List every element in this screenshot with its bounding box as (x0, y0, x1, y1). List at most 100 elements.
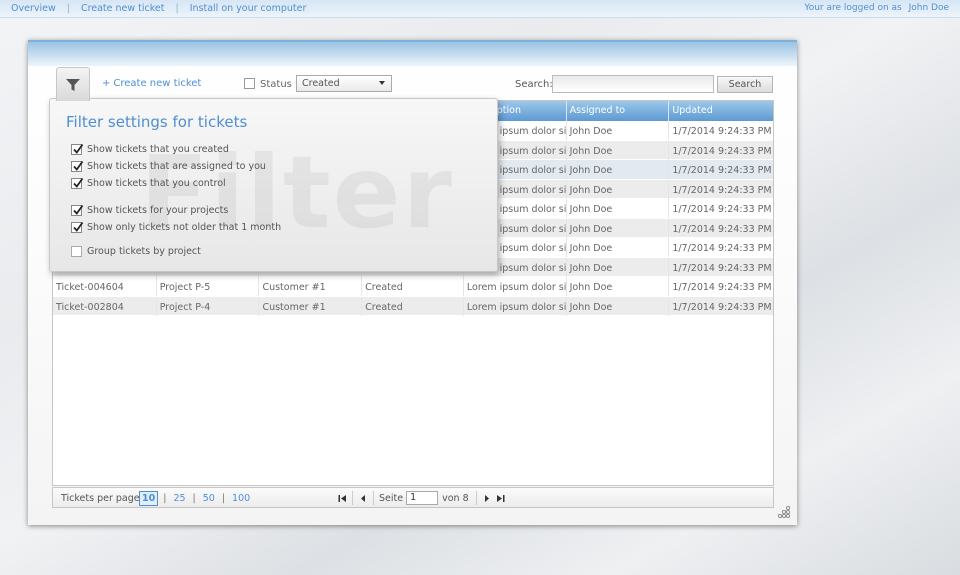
filter-option-control[interactable]: Show tickets that you control (71, 177, 226, 189)
filter-option-group-by-project[interactable]: Group tickets by project (71, 246, 201, 257)
resize-grip-icon[interactable] (777, 505, 791, 519)
checkbox-unchecked[interactable] (71, 246, 82, 257)
checkbox-checked[interactable] (71, 160, 84, 172)
table-row[interactable]: Ticket-002804 Project P-4 Customer #1 Cr… (53, 296, 773, 316)
page-count-label: von 8 (442, 492, 469, 504)
filter-option-recent[interactable]: Show only tickets not older that 1 month (71, 221, 282, 233)
filter-option-label: Show tickets that you control (87, 178, 226, 189)
first-page-button[interactable] (335, 490, 349, 506)
login-user-link[interactable]: John Doe (909, 3, 949, 13)
ticket-id-cell: Ticket-004604 (56, 282, 124, 293)
nav-divider (373, 491, 374, 505)
status-cell: Created (361, 296, 463, 316)
login-text: Your are logged on as (804, 3, 902, 13)
nav-divider (475, 491, 477, 505)
assigned-cell: John Doe (565, 179, 669, 199)
top-bar: Overview | Create new ticket | Install o… (0, 0, 960, 18)
page-size-separator: | (221, 493, 226, 504)
create-ticket-label: Create new ticket (113, 78, 202, 89)
last-page-icon (497, 494, 505, 502)
create-ticket-link[interactable]: + Create new ticket (102, 78, 201, 89)
checkmark-icon (73, 160, 84, 171)
status-selected-value: Created (302, 78, 340, 89)
checkbox-checked[interactable] (71, 221, 84, 233)
filter-option-label: Show tickets for your projects (87, 205, 229, 216)
updated-cell: 1/7/2014 9:24:33 PM (668, 218, 773, 238)
nav-link-create-ticket[interactable]: Create new ticket (81, 3, 165, 14)
updated-cell: 1/7/2014 9:24:33 PM (668, 160, 773, 179)
filter-settings-panel: Filter Filter settings for tickets Show … (49, 98, 498, 272)
assigned-cell: John Doe (565, 121, 669, 140)
updated-cell: 1/7/2014 9:24:33 PM (668, 140, 773, 160)
page-size-separator: | (163, 493, 167, 504)
updated-cell: 1/7/2014 9:24:33 PM (668, 238, 773, 257)
customer-cell: Customer #1 (258, 277, 361, 296)
first-page-icon (338, 494, 346, 502)
project-cell: Project P-5 (155, 277, 259, 296)
previous-page-button[interactable] (356, 490, 370, 506)
assigned-cell: John Doe (565, 160, 669, 179)
page-size-separator: | (192, 493, 196, 504)
filter-option-label: Show tickets that are assigned to you (87, 161, 266, 172)
checkbox-checked[interactable] (71, 204, 84, 216)
checkmark-icon (73, 177, 84, 188)
filter-option-label: Show only tickets not older that 1 month (87, 222, 282, 233)
page-number-input[interactable]: 1 (406, 491, 439, 505)
status-cell: Created (361, 277, 463, 296)
assigned-cell: John Doe (565, 238, 669, 257)
assigned-cell: John Doe (565, 140, 669, 160)
nav-divider (352, 491, 353, 505)
nav-link-overview[interactable]: Overview (11, 3, 56, 14)
checkmark-icon (73, 143, 84, 154)
nav-separator: | (175, 3, 179, 14)
pager: Tickets per page 10 | 25 | 50 | 100 Seit… (52, 487, 774, 508)
project-cell: Project P-4 (155, 296, 259, 316)
assigned-cell: John Doe (565, 296, 669, 316)
filter-toggle-button[interactable] (56, 67, 90, 101)
top-nav: Overview | Create new ticket | Install o… (11, 3, 306, 14)
updated-cell: 1/7/2014 9:24:33 PM (668, 179, 773, 199)
filter-option-assigned[interactable]: Show tickets that are assigned to you (71, 160, 266, 172)
page-size-25[interactable]: 25 (171, 492, 187, 505)
ticket-id-cell: Ticket-002804 (56, 301, 124, 313)
nav-link-install[interactable]: Install on your computer (190, 3, 307, 14)
login-info: Your are logged on as John Doe (804, 3, 949, 13)
customer-cell: Customer #1 (258, 296, 361, 316)
next-page-icon (484, 494, 489, 502)
page-size-100[interactable]: 100 (230, 492, 252, 505)
next-page-button[interactable] (480, 490, 494, 506)
page-size-options: 10 | 25 | 50 | 100 (139, 491, 252, 506)
search-label: Search: (515, 79, 553, 90)
plus-icon: + (102, 78, 111, 89)
assigned-cell: John Doe (565, 199, 669, 218)
nav-separator: | (66, 3, 70, 14)
search-button[interactable]: Search (717, 76, 773, 93)
updated-cell: 1/7/2014 9:24:33 PM (668, 296, 773, 316)
funnel-icon (66, 78, 80, 91)
filter-option-created[interactable]: Show tickets that you created (71, 143, 229, 155)
description-cell: Lorem ipsum dolor sit (462, 277, 566, 296)
checkbox-checked[interactable] (71, 143, 84, 155)
status-checkbox[interactable] (244, 78, 255, 89)
filter-option-label: Show tickets that you created (87, 144, 229, 155)
updated-cell: 1/7/2014 9:24:33 PM (668, 121, 773, 140)
status-dropdown[interactable]: Created (296, 75, 392, 92)
last-page-button[interactable] (494, 490, 508, 506)
search-input[interactable] (552, 75, 714, 93)
updated-cell: 1/7/2014 9:24:33 PM (668, 199, 773, 218)
description-cell: Lorem ipsum dolor sit (462, 296, 566, 316)
tickets-per-page-label: Tickets per page (61, 493, 140, 504)
column-header-assigned-to[interactable]: Assigned to (565, 101, 669, 121)
page-size-50[interactable]: 50 (201, 492, 217, 505)
table-row[interactable]: Ticket-004604 Project P-5 Customer #1 Cr… (53, 277, 773, 297)
assigned-cell: John Doe (565, 277, 669, 296)
page-navigation: Seite 1 von 8 (335, 490, 508, 506)
checkbox-checked[interactable] (71, 177, 84, 189)
page-size-10[interactable]: 10 (139, 491, 159, 506)
chevron-down-icon (379, 81, 385, 85)
filter-option-projects[interactable]: Show tickets for your projects (71, 204, 229, 216)
column-header-updated[interactable]: Updated (668, 101, 773, 121)
filter-panel-title: Filter settings for tickets (66, 113, 248, 131)
updated-cell: 1/7/2014 9:24:33 PM (668, 257, 773, 277)
checkmark-icon (73, 221, 84, 232)
